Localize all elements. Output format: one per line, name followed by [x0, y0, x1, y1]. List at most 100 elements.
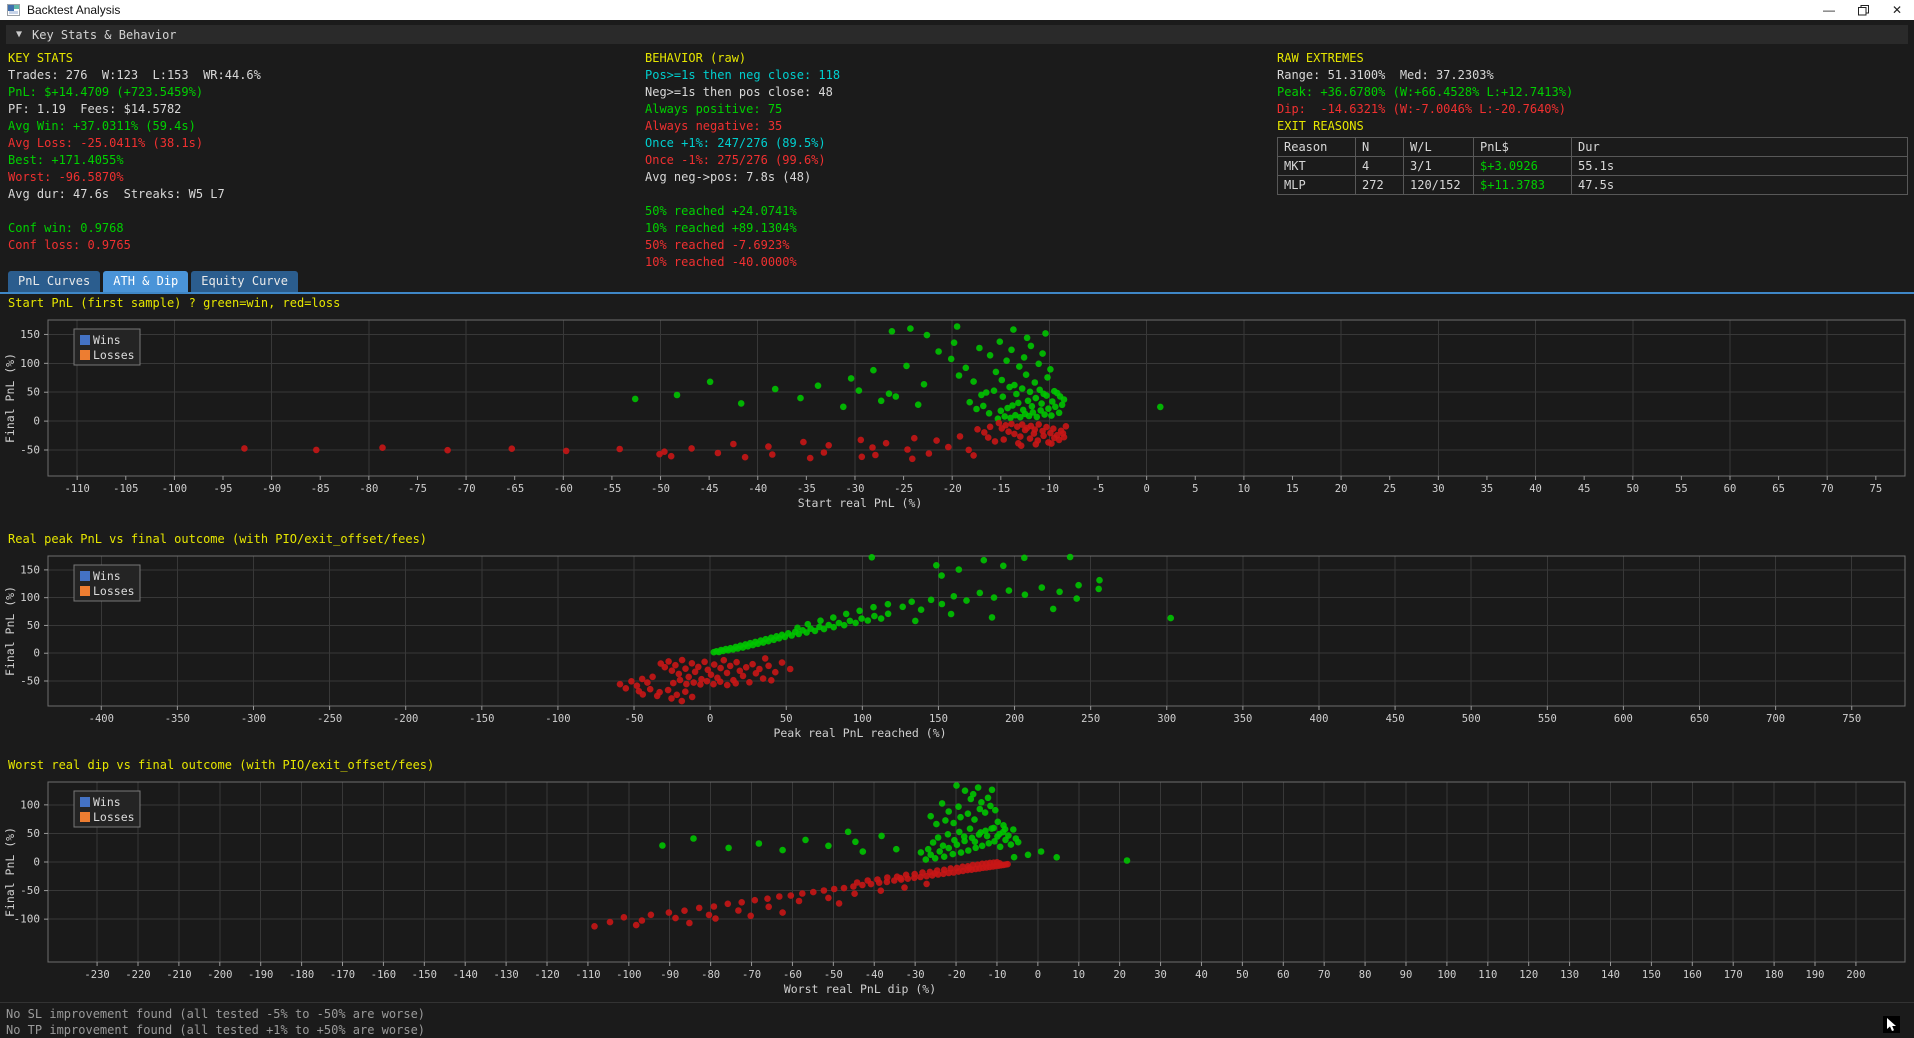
stat-line	[8, 203, 261, 220]
svg-text:100: 100	[20, 591, 40, 604]
y-axis-label: Final PnL (%)	[3, 353, 17, 443]
stat-line: PF: 1.19 Fees: $14.5782	[8, 101, 261, 118]
charts-area: Start PnL (first sample) ? green=win, re…	[0, 294, 1914, 998]
y-axis: 150100500-50Final PnL (%)	[3, 328, 48, 457]
svg-text:75: 75	[1870, 483, 1883, 495]
legend-swatch	[80, 335, 90, 345]
svg-text:-30: -30	[845, 483, 864, 495]
tab-pnl-curves[interactable]: PnL Curves	[8, 271, 100, 292]
svg-text:35: 35	[1481, 483, 1494, 495]
stat-line: 10% reached +89.1304%	[645, 220, 840, 237]
exit-table-header: W/L	[1404, 138, 1474, 157]
svg-text:160: 160	[1683, 969, 1702, 981]
svg-text:25: 25	[1383, 483, 1396, 495]
svg-text:650: 650	[1690, 713, 1709, 725]
window-title: Backtest Analysis	[27, 3, 1812, 17]
svg-text:-170: -170	[330, 969, 355, 981]
window-titlebar: Backtest Analysis — ✕	[0, 0, 1914, 20]
svg-text:-300: -300	[241, 713, 266, 725]
exit-table-cell: 55.1s	[1572, 157, 1908, 176]
exit-table-header: PnL$	[1474, 138, 1572, 157]
close-button[interactable]: ✕	[1880, 0, 1914, 20]
collapse-arrow-icon: ▼	[16, 29, 22, 40]
svg-text:-50: -50	[824, 969, 843, 981]
stat-line: Trades: 276 W:123 L:153 WR:44.6%	[8, 67, 261, 84]
svg-text:-250: -250	[317, 713, 342, 725]
x-axis-label: Worst real PnL dip (%)	[784, 982, 936, 996]
svg-text:130: 130	[1560, 969, 1579, 981]
svg-text:700: 700	[1766, 713, 1785, 725]
panel-heading: KEY STATS	[8, 50, 261, 67]
legend-swatch	[80, 571, 90, 581]
svg-text:-100: -100	[616, 969, 641, 981]
y-axis: 150100500-50Final PnL (%)	[3, 563, 48, 687]
svg-text:-210: -210	[166, 969, 191, 981]
x-axis-label: Start real PnL (%)	[798, 496, 923, 510]
exit-table-cell: 3/1	[1404, 157, 1474, 176]
svg-text:10: 10	[1072, 969, 1085, 981]
stat-line: Avg Loss: -25.0411% (38.1s)	[8, 135, 261, 152]
legend: WinsLosses	[74, 791, 140, 827]
svg-text:-95: -95	[214, 483, 233, 495]
stat-line	[645, 186, 840, 203]
svg-text:150: 150	[20, 563, 40, 576]
svg-text:0: 0	[33, 856, 40, 869]
exit-table-row: MKT43/1$+3.092655.1s	[1278, 157, 1908, 176]
x-axis: -110-105-100-95-90-85-80-75-70-65-60-55-…	[65, 476, 1883, 510]
legend: WinsLosses	[74, 329, 140, 365]
svg-text:0: 0	[1143, 483, 1149, 495]
exit-reasons-table: ReasonNW/LPnL$DurMKT43/1$+3.092655.1sMLP…	[1277, 137, 1908, 195]
stat-line: 10% reached -40.0000%	[645, 254, 840, 271]
exit-table-header: N	[1356, 138, 1404, 157]
svg-text:250: 250	[1081, 713, 1100, 725]
status-line-tp: No TP improvement found (all tested +1% …	[6, 1022, 1914, 1038]
svg-text:600: 600	[1614, 713, 1633, 725]
svg-text:100: 100	[20, 798, 40, 811]
svg-text:-40: -40	[865, 969, 884, 981]
exit-table-header: Reason	[1278, 138, 1356, 157]
svg-text:-120: -120	[534, 969, 559, 981]
key-stats-section-header[interactable]: ▼ Key Stats & Behavior	[6, 25, 1908, 44]
svg-text:-90: -90	[262, 483, 281, 495]
svg-text:750: 750	[1842, 713, 1861, 725]
stat-line: Best: +171.4055%	[8, 152, 261, 169]
svg-text:40: 40	[1195, 969, 1208, 981]
stat-line: Worst: -96.5870%	[8, 169, 261, 186]
svg-text:40: 40	[1529, 483, 1542, 495]
svg-text:100: 100	[1437, 969, 1456, 981]
tab-ath-dip[interactable]: ATH & Dip	[103, 271, 188, 292]
svg-text:-10: -10	[1040, 483, 1059, 495]
svg-text:0: 0	[33, 415, 40, 428]
svg-text:150: 150	[929, 713, 948, 725]
restore-button[interactable]	[1846, 0, 1880, 20]
chart-title: Start PnL (first sample) ? green=win, re…	[0, 294, 1914, 312]
svg-text:50: 50	[27, 827, 40, 840]
minimize-button[interactable]: —	[1812, 0, 1846, 20]
legend-swatch	[80, 350, 90, 360]
svg-text:20: 20	[1335, 483, 1348, 495]
svg-text:200: 200	[1005, 713, 1024, 725]
svg-text:15: 15	[1286, 483, 1299, 495]
exit-table-cell: 272	[1356, 176, 1404, 195]
stat-line: Always positive: 75	[645, 101, 840, 118]
tab-equity-curve[interactable]: Equity Curve	[191, 271, 298, 292]
tab-bar: PnL CurvesATH & DipEquity Curve	[0, 271, 1914, 294]
stat-line: Once +1%: 247/276 (89.5%)	[645, 135, 840, 152]
svg-text:-100: -100	[14, 913, 41, 926]
svg-text:-230: -230	[84, 969, 109, 981]
svg-text:-10: -10	[987, 969, 1006, 981]
stat-line: Range: 51.3100% Med: 37.2303%	[1277, 67, 1908, 84]
section-header-label: Key Stats & Behavior	[32, 28, 177, 42]
app-icon	[7, 3, 21, 17]
svg-text:-160: -160	[371, 969, 396, 981]
stat-line: Conf loss: 0.9765	[8, 237, 261, 254]
svg-text:-30: -30	[906, 969, 925, 981]
behavior-panel: BEHAVIOR (raw)Pos>=1s then neg close: 11…	[645, 50, 840, 271]
svg-text:-140: -140	[453, 969, 478, 981]
legend-label: Wins	[93, 795, 121, 809]
svg-text:-70: -70	[742, 969, 761, 981]
legend-swatch	[80, 797, 90, 807]
svg-text:-220: -220	[125, 969, 150, 981]
svg-text:-400: -400	[89, 713, 114, 725]
stat-line: Conf win: 0.9768	[8, 220, 261, 237]
